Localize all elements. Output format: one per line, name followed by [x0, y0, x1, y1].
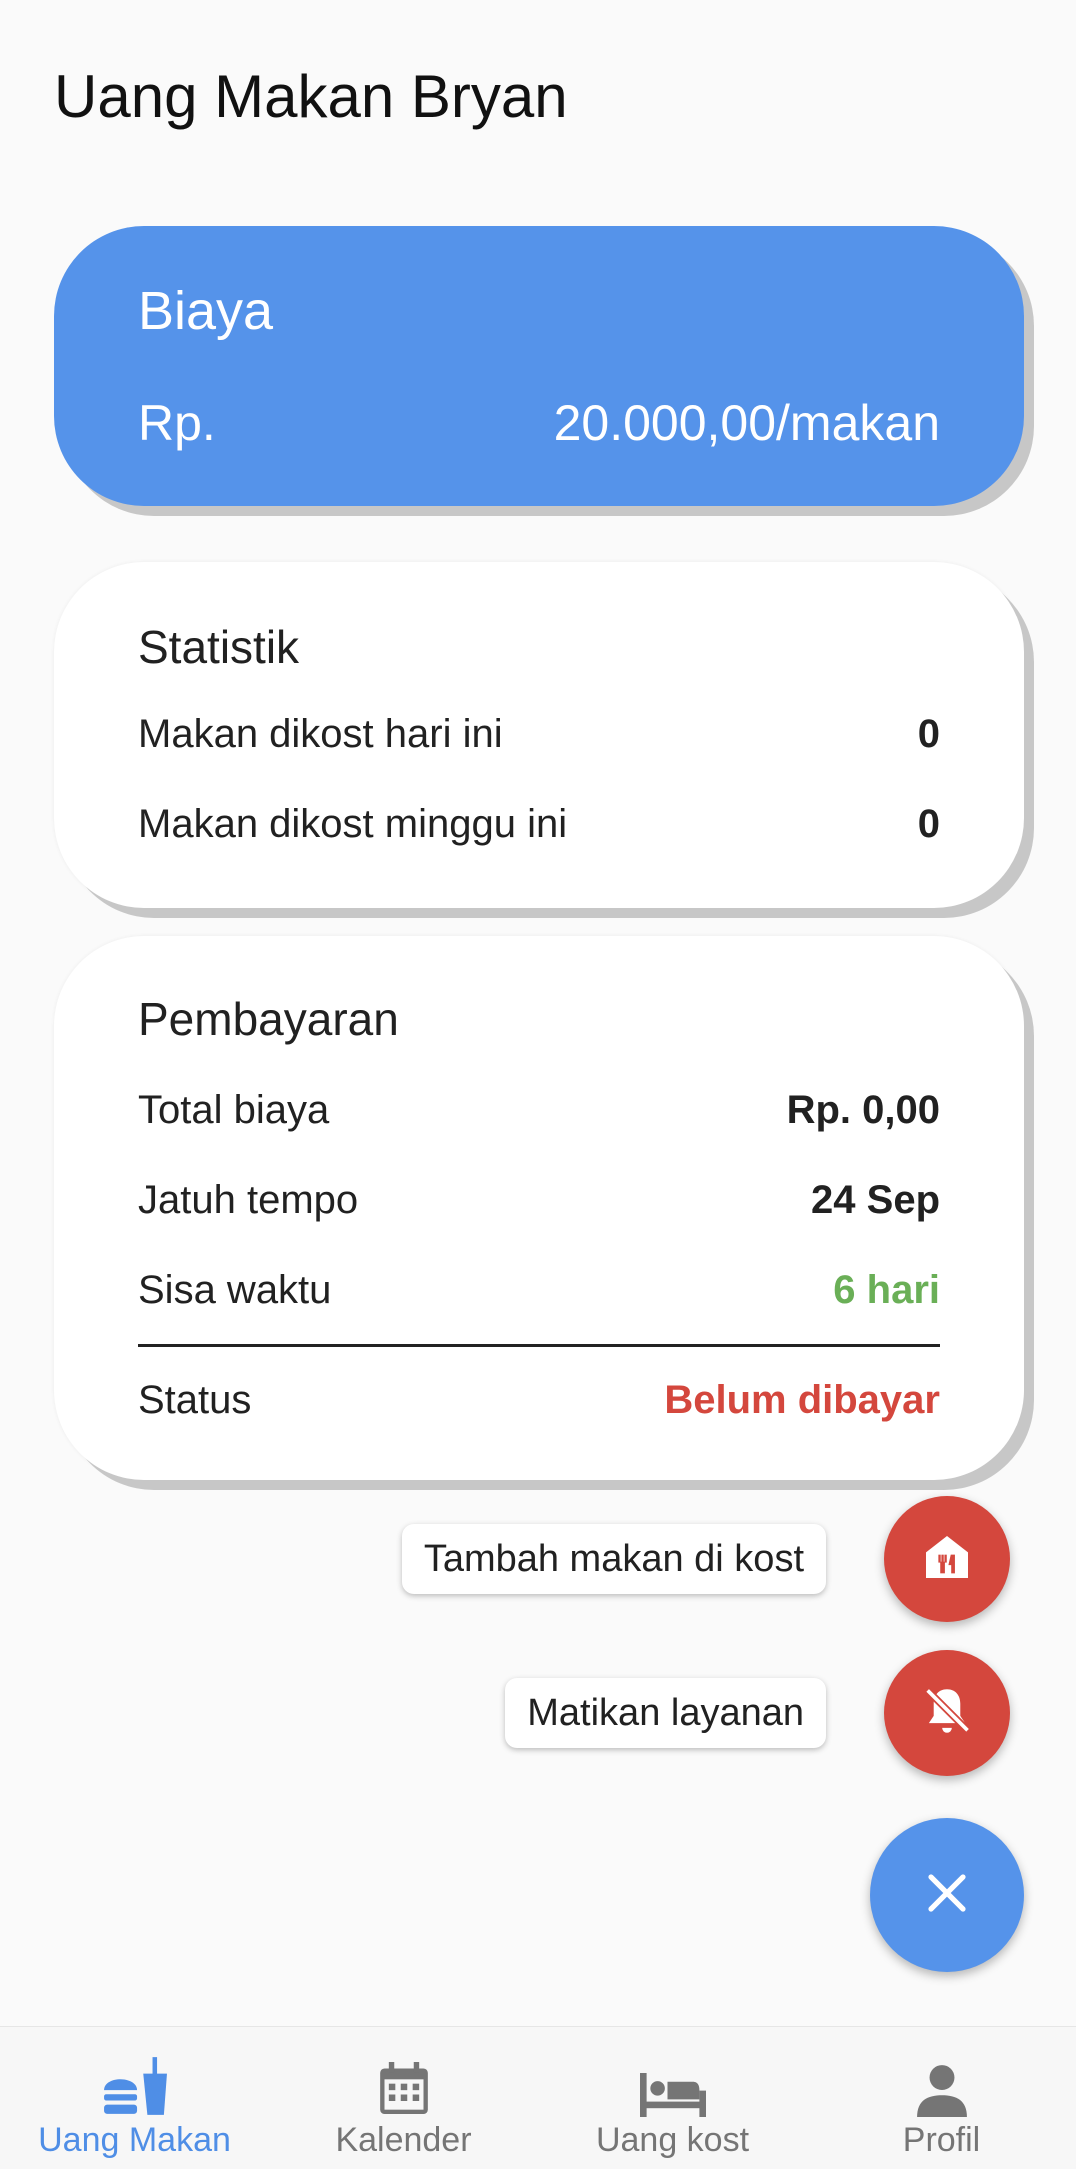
- nav-label-uang-makan: Uang Makan: [38, 2121, 231, 2159]
- nav-item-kalender[interactable]: Kalender: [269, 2027, 538, 2169]
- house-cutlery-icon: [919, 1529, 975, 1590]
- page-title: Uang Makan Bryan: [54, 63, 568, 130]
- disable-service-button[interactable]: [884, 1650, 1010, 1776]
- nav-item-profil[interactable]: Profil: [807, 2027, 1076, 2169]
- nav-item-uang-makan[interactable]: Uang Makan: [0, 2027, 269, 2169]
- payment-value-remaining: 6 hari: [833, 1268, 940, 1312]
- stat-value-today: 0: [917, 712, 940, 756]
- status-label: Status: [138, 1378, 252, 1422]
- calendar-icon: [378, 2055, 430, 2117]
- nav-label-kalender: Kalender: [335, 2121, 472, 2159]
- disable-service-label[interactable]: Matikan layanan: [505, 1678, 826, 1748]
- cost-card-title: Biaya: [138, 281, 274, 341]
- statistics-title: Statistik: [138, 621, 300, 673]
- stat-label-today: Makan dikost hari ini: [138, 712, 503, 756]
- bottom-navigation: Uang Makan Kalender Uang kost Profil: [0, 2026, 1076, 2169]
- close-menu-button[interactable]: [870, 1818, 1024, 1972]
- status-badge: Belum dibayar: [664, 1378, 940, 1422]
- nav-label-profil: Profil: [902, 2121, 981, 2159]
- cost-currency-prefix: Rp.: [138, 395, 216, 451]
- payment-title: Pembayaran: [138, 993, 399, 1045]
- stat-label-week: Makan dikost minggu ini: [138, 802, 568, 846]
- payment-value-total: Rp. 0,00: [786, 1088, 940, 1132]
- nav-item-uang-kost[interactable]: Uang kost: [538, 2027, 807, 2169]
- payment-label-remaining: Sisa waktu: [138, 1268, 332, 1312]
- add-meal-label[interactable]: Tambah makan di kost: [401, 1524, 826, 1594]
- close-icon: [923, 1869, 971, 1922]
- statistics-card: Statistik Makan dikost hari ini 0 Makan …: [54, 562, 1024, 908]
- payment-label-due-date: Jatuh tempo: [138, 1178, 359, 1222]
- cost-card: Biaya Rp. 20.000,00/makan: [54, 226, 1024, 506]
- stat-value-week: 0: [917, 802, 940, 846]
- burger-drink-icon: [102, 2055, 168, 2117]
- payment-divider: [138, 1344, 940, 1347]
- payment-value-due-date: 24 Sep: [811, 1178, 940, 1222]
- nav-label-uang-kost: Uang kost: [595, 2121, 750, 2159]
- bell-off-icon: [918, 1682, 976, 1745]
- add-meal-button[interactable]: [884, 1496, 1010, 1622]
- cost-amount: 20.000,00/makan: [553, 395, 940, 451]
- bed-icon: [639, 2055, 706, 2117]
- payment-card: Pembayaran Total biaya Rp. 0,00 Jatuh te…: [54, 936, 1024, 1480]
- person-icon: [916, 2055, 967, 2117]
- payment-label-total: Total biaya: [138, 1088, 330, 1132]
